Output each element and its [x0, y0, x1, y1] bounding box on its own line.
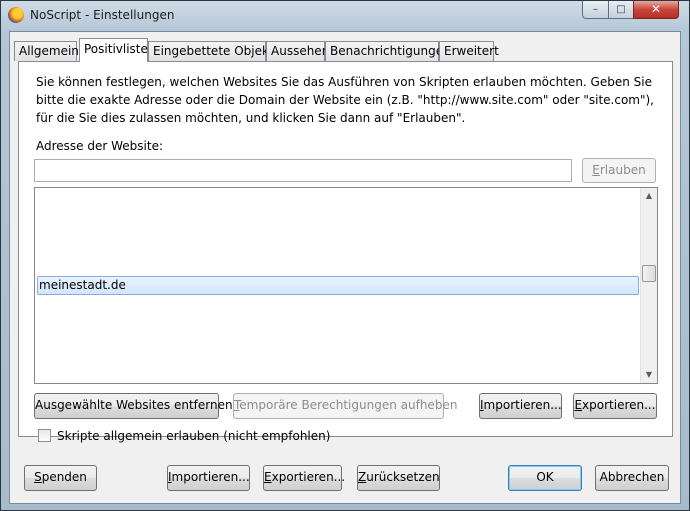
export-label: xportieren... — [582, 398, 656, 412]
allow-scripts-globally-checkbox[interactable]: Skripte allgemein erlauben (nicht empfoh… — [38, 429, 330, 443]
ok-button[interactable]: OK — [508, 465, 582, 491]
tab-label: Aussehen — [271, 44, 330, 58]
export-settings-button[interactable]: Exportieren... — [263, 465, 345, 491]
dialog-client-area: Allgemein Positivliste Eingebettete Obje… — [9, 31, 681, 504]
cancel-button[interactable]: Abbrechen — [595, 465, 669, 491]
remove-selected-sites-button[interactable]: Ausgewählte Websites entfernen — [34, 393, 233, 419]
vertical-scrollbar[interactable]: ▲ ▼ — [640, 188, 657, 383]
export-mnemonic: E — [264, 470, 272, 484]
close-button[interactable]: ✕ — [633, 1, 679, 19]
reset-button[interactable]: Zurücksetzen — [357, 465, 440, 491]
tab-positivliste[interactable]: Positivliste — [79, 38, 148, 62]
tab-erweitert[interactable]: Erweitert — [439, 41, 499, 61]
address-input[interactable] — [34, 159, 572, 182]
allow-scripts-globally-label: Skripte allgemein erlauben (nicht empfoh… — [57, 429, 331, 443]
reset-mnemonic: Z — [358, 470, 367, 484]
tab-label: Erweitert — [444, 44, 499, 58]
whitelist-import-button[interactable]: Importieren... — [479, 393, 562, 419]
maximize-button[interactable]: □ — [608, 1, 634, 19]
tab-eingebettete-objekte[interactable]: Eingebettete Objekte — [148, 41, 281, 61]
import-label: mportieren... — [483, 398, 562, 412]
firefox-icon — [8, 7, 24, 23]
address-label: Adresse der Website: — [36, 139, 163, 153]
title-bar[interactable]: NoScript - Einstellungen – □ ✕ — [1, 1, 689, 31]
dialog-window: NoScript - Einstellungen – □ ✕ Allgemein… — [0, 0, 690, 511]
import-settings-button[interactable]: Importieren... — [167, 465, 250, 491]
whitelist-export-button[interactable]: Exportieren... — [573, 393, 657, 419]
site-list[interactable]: meinestadt.de ▲ ▼ — [34, 187, 658, 384]
whitelist-description: Sie können festlegen, welchen Websites S… — [36, 75, 654, 125]
reset-label: urücksetzen — [366, 470, 440, 484]
list-item[interactable]: meinestadt.de — [37, 276, 639, 295]
allow-button[interactable]: Erlauben — [582, 158, 656, 183]
tab-aussehen[interactable]: Aussehen — [266, 41, 329, 61]
donate-mnemonic: S — [34, 470, 42, 484]
whitelist-panel: Sie können festlegen, welchen Websites S… — [18, 61, 673, 443]
tab-label: Allgemein — [19, 44, 79, 58]
export-label: xportieren... — [271, 470, 346, 484]
tab-benachrichtigungen[interactable]: Benachrichtigungen — [325, 41, 451, 61]
window-title: NoScript - Einstellungen — [30, 8, 175, 22]
tab-allgemein[interactable]: Allgemein — [14, 41, 79, 61]
allow-label: rlauben — [599, 163, 646, 177]
checkbox-box[interactable] — [38, 429, 51, 442]
donate-button[interactable]: Spenden — [24, 465, 97, 491]
tab-label: Eingebettete Objekte — [153, 44, 282, 58]
temp-label: emporäre Berechtigungen aufheben — [239, 398, 458, 412]
minimize-button[interactable]: – — [582, 1, 609, 19]
scroll-up-icon[interactable]: ▲ — [641, 188, 657, 204]
scroll-down-icon[interactable]: ▼ — [641, 367, 657, 383]
export-mnemonic: E — [574, 398, 583, 412]
donate-label: penden — [41, 470, 87, 484]
import-label: mportieren... — [171, 470, 250, 484]
scroll-thumb[interactable] — [642, 265, 656, 282]
allow-mnemonic: E — [592, 163, 600, 177]
tab-label: Positivliste — [84, 42, 148, 56]
revoke-temporary-permissions-button[interactable]: Temporäre Berechtigungen aufheben — [233, 393, 457, 419]
tab-label: Benachrichtigungen — [330, 44, 451, 58]
